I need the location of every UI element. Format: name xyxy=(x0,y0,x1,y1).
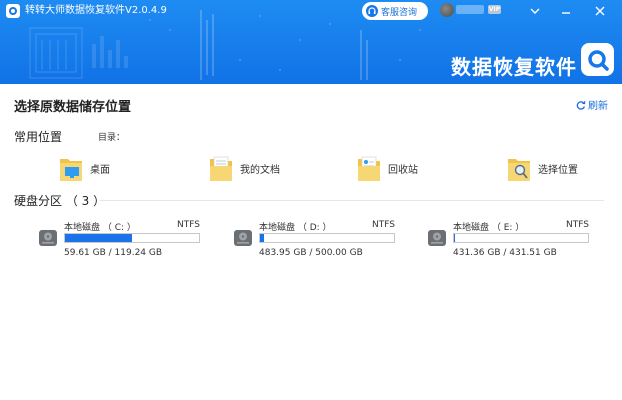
drive-size: 59.61 GB / 119.24 GB xyxy=(64,248,163,258)
avatar[interactable] xyxy=(440,3,454,17)
customer-service-button[interactable]: 客服咨询 xyxy=(362,2,428,20)
headset-icon xyxy=(366,5,378,17)
drive-filesystem: NTFS xyxy=(177,220,200,230)
title-bar: 转转大师数据恢复软件V2.0.4.9 客服咨询 VIP 数据恢复软件 xyxy=(0,0,622,84)
username-redacted xyxy=(456,5,484,14)
brand-text: 数据恢复软件 xyxy=(451,55,577,79)
magnifier-logo-icon xyxy=(587,49,609,71)
drive-usage-fill xyxy=(65,234,132,242)
drive-filesystem: NTFS xyxy=(566,220,589,230)
menu-icon xyxy=(530,8,540,14)
close-button[interactable] xyxy=(590,2,610,20)
refresh-label: 刷新 xyxy=(588,101,608,112)
directory-label: 目录： xyxy=(98,133,126,143)
vip-badge: VIP xyxy=(488,5,501,14)
location-recycle-bin[interactable]: 回收站 xyxy=(356,150,418,186)
partitions-title: 硬盘分区 （ 3 ） xyxy=(14,194,106,208)
drive-c[interactable]: 本地磁盘 （ C: ） NTFS 59.61 GB / 119.24 GB xyxy=(38,220,200,260)
customer-service-label: 客服咨询 xyxy=(381,7,418,18)
page-title: 选择原数据储存位置 xyxy=(14,100,132,115)
drive-size: 483.95 GB / 500.00 GB xyxy=(259,248,363,258)
brand-logo xyxy=(581,43,614,76)
minimize-button[interactable] xyxy=(556,2,576,20)
hard-drive-icon xyxy=(234,230,252,246)
drive-e[interactable]: 本地磁盘 （ E: ） NTFS 431.36 GB / 431.51 GB xyxy=(427,220,589,260)
drive-usage-bar xyxy=(259,233,395,243)
hard-drive-icon xyxy=(428,230,446,246)
divider xyxy=(100,200,604,201)
drive-usage-fill xyxy=(260,234,265,242)
choose-location-icon xyxy=(508,159,530,181)
drive-name: 本地磁盘 （ E: ） xyxy=(453,223,525,233)
menu-button[interactable] xyxy=(525,2,545,20)
location-desktop[interactable]: 桌面 xyxy=(58,150,110,186)
location-label: 桌面 xyxy=(90,164,110,176)
close-icon xyxy=(595,6,605,16)
drive-usage-bar xyxy=(64,233,200,243)
refresh-button[interactable]: 刷新 xyxy=(576,97,608,112)
desktop-folder-icon xyxy=(60,159,82,181)
common-locations-title: 常用位置 xyxy=(14,130,63,144)
app-title: 转转大师数据恢复软件V2.0.4.9 xyxy=(25,5,167,16)
location-choose[interactable]: 选择位置 xyxy=(506,150,578,186)
app-window: 转转大师数据恢复软件V2.0.4.9 客服咨询 VIP 数据恢复软件 选择原数据… xyxy=(0,0,622,400)
drive-name: 本地磁盘 （ D: ） xyxy=(259,223,332,233)
drive-d[interactable]: 本地磁盘 （ D: ） NTFS 483.95 GB / 500.00 GB xyxy=(233,220,395,260)
drive-usage-bar xyxy=(453,233,589,243)
location-label: 我的文档 xyxy=(240,164,280,176)
location-my-documents[interactable]: 我的文档 xyxy=(208,150,280,186)
hard-drive-icon xyxy=(39,230,57,246)
drive-filesystem: NTFS xyxy=(372,220,395,230)
minimize-icon xyxy=(562,12,570,14)
drive-name: 本地磁盘 （ C: ） xyxy=(64,223,136,233)
refresh-icon xyxy=(576,100,586,110)
location-label: 回收站 xyxy=(388,164,418,176)
location-label: 选择位置 xyxy=(538,164,578,176)
drive-size: 431.36 GB / 431.51 GB xyxy=(453,248,557,258)
documents-folder-icon xyxy=(210,156,232,181)
recycle-bin-icon xyxy=(358,156,380,181)
app-logo xyxy=(6,4,20,18)
